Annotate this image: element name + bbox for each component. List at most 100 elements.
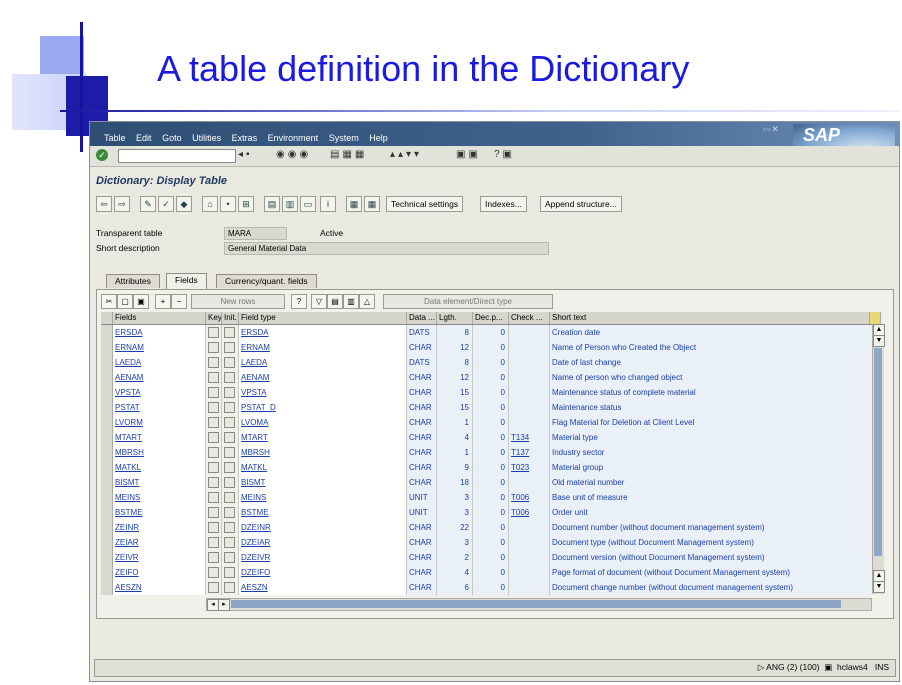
table-row[interactable]: ZEIFO DZEIFO CHAR 4 0 Page format of document… [101,565,881,580]
table-row[interactable]: MEINS MEINS UNIT 3 0 T006 Base unit of measure [101,490,881,505]
row-selector[interactable] [101,415,113,430]
copy-icon[interactable]: ▢ [117,294,133,309]
field-type-cell[interactable]: PSTAT_D [239,400,407,415]
layout-icon[interactable]: ▥ [343,294,359,309]
edit-pencil-icon[interactable]: ✎ [140,196,156,212]
field-name-cell[interactable]: ZEIVR [113,550,206,565]
save-icon[interactable]: ◂▪ [238,149,253,160]
forward-arrow-icon[interactable]: ⇨ [114,196,130,212]
init-checkbox[interactable] [222,475,239,490]
field-type-cell[interactable]: DZEIAR [239,535,407,550]
table-row[interactable]: ERSDA ERSDA DATS 8 0 Creation date [101,325,881,340]
field-type-cell[interactable]: DZEIFO [239,565,407,580]
checkbox[interactable] [208,567,219,578]
paste-icon[interactable]: ▣ [133,294,149,309]
field-name-cell[interactable]: BISMT [113,475,206,490]
init-checkbox[interactable] [222,355,239,370]
search-help-icon[interactable]: ? [291,294,307,309]
field-name-cell[interactable]: MATKL [113,460,206,475]
key-checkbox[interactable] [206,445,222,460]
init-checkbox[interactable] [222,505,239,520]
checkbox[interactable] [208,372,219,383]
key-checkbox[interactable] [206,355,222,370]
row-selector[interactable] [101,550,113,565]
checkbox[interactable] [224,357,235,368]
tab-fields[interactable]: Fields [166,273,207,289]
check-table-cell[interactable] [509,400,550,415]
checkbox[interactable] [208,342,219,353]
col-check-table[interactable]: Check ... [509,312,550,324]
field-type-cell[interactable]: VPSTA [239,385,407,400]
init-checkbox[interactable] [222,460,239,475]
check-table-cell[interactable] [509,475,550,490]
row-selector[interactable] [101,355,113,370]
key-checkbox[interactable] [206,400,222,415]
checkbox[interactable] [224,417,235,428]
table-row[interactable]: ERNAM ERNAM CHAR 12 0 Name of Person who Crea… [101,340,881,355]
object-list-icon[interactable]: • [220,196,236,212]
menu-edit[interactable]: Edit [136,133,152,143]
table-row[interactable]: MBRSH MBRSH CHAR 1 0 T137 Industry sector [101,445,881,460]
display-icon[interactable]: ▤ [264,196,280,212]
checkbox[interactable] [208,357,219,368]
back-exit-cancel-icons[interactable]: ◉◉◉ [276,149,311,160]
checkbox[interactable] [208,417,219,428]
field-name-cell[interactable]: ZEINR [113,520,206,535]
table-row[interactable]: VPSTA VPSTA CHAR 15 0 Maintenance status of c… [101,385,881,400]
details-icon[interactable]: ▤ [327,294,343,309]
checkbox[interactable] [208,462,219,473]
filter-icon[interactable]: ▽ [311,294,327,309]
init-checkbox[interactable] [222,415,239,430]
checkbox[interactable] [224,537,235,548]
row-selector[interactable] [101,490,113,505]
row-selector[interactable] [101,565,113,580]
checkbox[interactable] [208,537,219,548]
hierarchy-icon[interactable]: ⊞ [238,196,254,212]
col-data-type[interactable]: Data ... [407,312,437,324]
check-icon[interactable]: ✓ [158,196,174,212]
append-structure-button[interactable]: Append structure... [540,196,622,212]
checkbox[interactable] [224,507,235,518]
vertical-scrollbar[interactable]: ▲ ▼ ▲ ▼ [872,324,885,594]
checkbox[interactable] [224,432,235,443]
table-row[interactable]: PSTAT PSTAT_D CHAR 15 0 Maintenance status [101,400,881,415]
scroll-page-down-icon[interactable]: ▼ [873,581,885,593]
checkbox[interactable] [208,387,219,398]
delete-row-icon[interactable]: − [171,294,187,309]
session-icons[interactable]: ▣▣ [456,149,481,160]
checkbox[interactable] [208,522,219,533]
key-checkbox[interactable] [206,565,222,580]
init-checkbox[interactable] [222,400,239,415]
key-checkbox[interactable] [206,505,222,520]
column-settings-icon[interactable] [870,312,881,324]
menu-environment[interactable]: Environment [268,133,319,143]
field-type-cell[interactable]: ERSDA [239,325,407,340]
page-navigation-icons[interactable]: ▴▴▾▾ [390,149,422,160]
row-selector[interactable] [101,445,113,460]
check-table-cell[interactable] [509,580,550,595]
check-table-cell[interactable] [509,355,550,370]
init-checkbox[interactable] [222,325,239,340]
field-name-cell[interactable]: LAEDA [113,355,206,370]
key-checkbox[interactable] [206,430,222,445]
check-table-cell[interactable]: T134 [509,430,550,445]
activate-icon[interactable]: ◆ [176,196,192,212]
check-table-cell[interactable] [509,340,550,355]
table-row[interactable]: ZEIAR DZEIAR CHAR 3 0 Document type (without … [101,535,881,550]
field-name-cell[interactable]: AESZN [113,580,206,595]
indexes-button[interactable]: Indexes... [480,196,527,212]
menu-table[interactable]: Table [104,133,126,143]
check-table-cell[interactable] [509,550,550,565]
init-checkbox[interactable] [222,580,239,595]
graphic-icon[interactable]: ▭ [300,196,316,212]
key-checkbox[interactable] [206,520,222,535]
table-row[interactable]: BSTME BSTME UNIT 3 0 T006 Order unit [101,505,881,520]
row-selector[interactable] [101,325,113,340]
print-icon[interactable]: ▥ [282,196,298,212]
checkbox[interactable] [224,552,235,563]
checkbox[interactable] [224,477,235,488]
menu-utilities[interactable]: Utilities [192,133,221,143]
table-row[interactable]: ZEIVR DZEIVR CHAR 2 0 Document version (witho… [101,550,881,565]
menu-system[interactable]: System [329,133,359,143]
checkbox[interactable] [208,477,219,488]
